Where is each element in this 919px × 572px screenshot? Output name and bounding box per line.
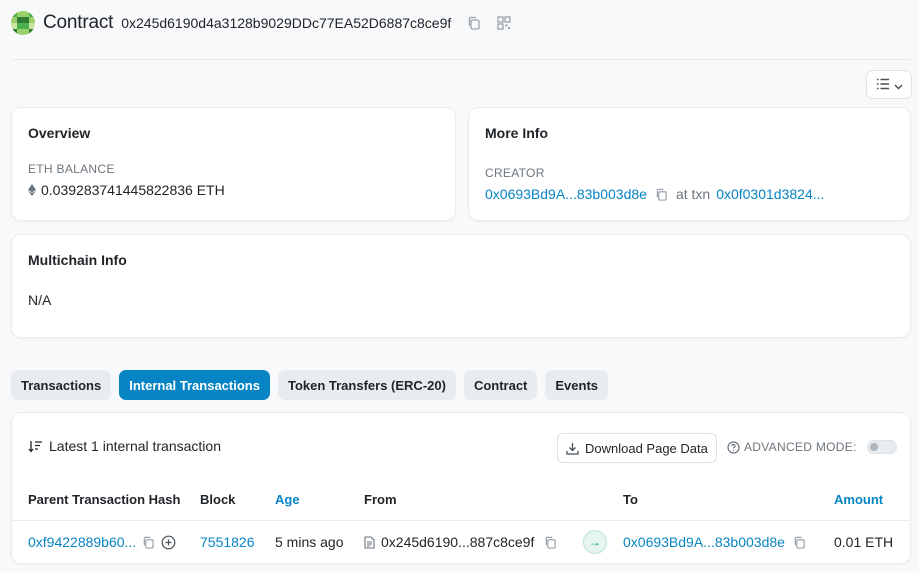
list-filter-button[interactable] xyxy=(866,70,912,99)
column-header-to: To xyxy=(623,492,638,507)
tab-contract[interactable]: Contract xyxy=(463,370,538,400)
column-header-amount[interactable]: Amount xyxy=(834,492,883,507)
eth-balance-value-row: 0.039283741445822836 ETH xyxy=(28,182,225,198)
to-cell: 0x0693Bd9A...83b003d8e xyxy=(623,534,806,550)
to-address-link[interactable]: 0x0693Bd9A...83b003d8e xyxy=(623,534,785,550)
column-header-age[interactable]: Age xyxy=(275,492,300,507)
at-txn-label: at txn xyxy=(675,186,711,202)
tab-transactions[interactable]: Transactions xyxy=(11,370,112,400)
tab-bar: Transactions Internal Transactions Token… xyxy=(11,370,609,400)
download-label: Download Page Data xyxy=(585,440,708,456)
contract-file-icon xyxy=(364,535,375,549)
advanced-mode-toggle[interactable] xyxy=(866,440,897,454)
creator-row: 0x0693Bd9A...83b003d8e at txn 0x0f0301d3… xyxy=(485,186,824,202)
tab-internal-transactions[interactable]: Internal Transactions xyxy=(119,370,270,400)
qr-code-icon[interactable] xyxy=(495,14,513,32)
header-divider xyxy=(11,59,911,60)
chevron-down-icon xyxy=(894,77,903,93)
from-cell: 0x245d6190...887c8ce9f xyxy=(364,534,557,550)
eth-balance-label: ETH BALANCE xyxy=(28,162,115,176)
multichain-info-card: Multichain Info N/A xyxy=(11,234,911,338)
contract-address: 0x245d6190d4a3128b9029DDc77EA52D6887c8ce… xyxy=(121,15,452,31)
parent-hash-link[interactable]: 0xf9422889b60... xyxy=(28,534,136,550)
direction-cell: → xyxy=(583,530,607,554)
more-info-title: More Info xyxy=(485,125,548,141)
copy-icon[interactable] xyxy=(465,14,483,32)
creator-label: CREATOR xyxy=(485,166,545,180)
expand-plus-icon[interactable] xyxy=(161,535,176,550)
contract-avatar xyxy=(11,11,35,35)
eth-balance-value: 0.039283741445822836 ETH xyxy=(41,182,225,198)
tab-events[interactable]: Events xyxy=(545,370,609,400)
help-circle-icon xyxy=(727,440,740,454)
copy-icon[interactable] xyxy=(544,536,557,549)
download-icon xyxy=(566,442,579,455)
from-address: 0x245d6190...887c8ce9f xyxy=(381,534,535,550)
multichain-title: Multichain Info xyxy=(28,252,127,268)
amount-cell: 0.01 ETH xyxy=(834,534,894,550)
age-cell: 5 mins ago xyxy=(275,534,344,550)
advanced-mode-label: ADVANCED MODE: xyxy=(744,440,857,454)
overview-card: Overview ETH BALANCE 0.03928374144582283… xyxy=(11,107,456,221)
table-summary: Latest 1 internal transaction xyxy=(28,438,221,454)
advanced-mode-control: ADVANCED MODE: xyxy=(727,440,897,454)
internal-transactions-card: Latest 1 internal transaction Download P… xyxy=(11,412,911,564)
more-info-card: More Info CREATOR 0x0693Bd9A...83b003d8e… xyxy=(468,107,911,221)
copy-icon[interactable] xyxy=(655,188,668,201)
ethereum-icon xyxy=(28,184,36,196)
page-title: Contract xyxy=(43,12,114,33)
overview-title: Overview xyxy=(28,125,91,141)
copy-icon[interactable] xyxy=(793,536,806,549)
block-cell: 7551826 xyxy=(200,534,255,550)
multichain-value: N/A xyxy=(28,292,52,308)
column-header-block: Block xyxy=(200,492,236,507)
tab-token-transfers[interactable]: Token Transfers (ERC-20) xyxy=(277,370,456,400)
creator-address-link[interactable]: 0x0693Bd9A...83b003d8e xyxy=(485,186,647,202)
parent-hash-cell: 0xf9422889b60... xyxy=(28,534,176,550)
copy-icon[interactable] xyxy=(142,536,155,549)
list-filter-icon xyxy=(876,77,890,93)
block-link[interactable]: 7551826 xyxy=(200,534,255,550)
creation-txn-link[interactable]: 0x0f0301d3824... xyxy=(716,186,824,202)
download-page-data-button[interactable]: Download Page Data xyxy=(557,433,717,463)
header-row-divider xyxy=(12,520,910,521)
sort-icon xyxy=(28,440,43,453)
arrow-right-icon: → xyxy=(583,530,607,554)
column-header-from: From xyxy=(364,492,397,507)
summary-text: Latest 1 internal transaction xyxy=(49,438,221,454)
column-header-parent-hash: Parent Transaction Hash xyxy=(28,492,181,507)
page-header: Contract 0x245d6190d4a3128b9029DDc77EA52… xyxy=(11,8,525,38)
